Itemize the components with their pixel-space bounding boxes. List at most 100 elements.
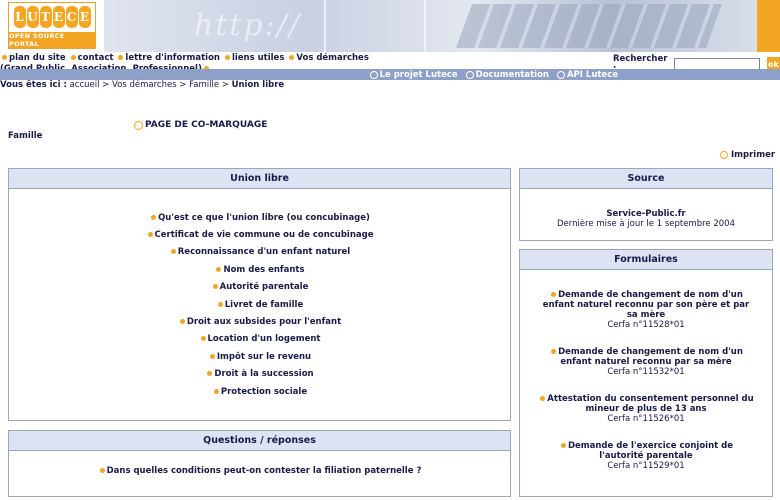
nav-label: liens utiles [231,53,285,63]
nav-item-plan[interactable]: plan du site [0,53,66,63]
list-item[interactable]: Droit aux subsides pour l'enfant [9,313,510,330]
category-label: Famille [8,131,43,141]
lutece-logo[interactable]: L U T E C E OPEN SOURCE PORTAL [8,2,96,49]
logo-letter: C [65,6,78,28]
logo-subtitle: OPEN SOURCE PORTAL [9,32,95,48]
form-title[interactable]: Demande de l'exercice conjoint de l'auto… [568,441,733,461]
form-item[interactable]: Demande de changement de nom d'un enfant… [520,290,772,330]
link-label: Documentation [475,69,549,80]
question-list: Dans quelles conditions peut-on conteste… [9,451,510,476]
form-cerfa: Cerfa n°11529*01 [607,461,685,471]
bullet-icon [151,214,157,220]
topic-link[interactable]: Qu'est ce que l'union libre (ou concubin… [158,213,370,223]
nav-label: contact [77,53,114,63]
bullet-icon [209,353,215,359]
form-title[interactable]: Demande de changement de nom d'un enfant… [543,290,749,320]
logo-word: L U T E C E [9,6,95,32]
form-title[interactable]: Demande de changement de nom d'un enfant… [558,347,743,367]
external-link-icon [369,70,378,79]
project-links-bar: Le projet Lutece Documentation API Lutec… [0,69,780,80]
print-link[interactable]: Imprimer [720,150,775,160]
list-item[interactable]: Reconnaissance d'un enfant naturel [9,244,510,261]
list-item[interactable]: Droit à la succession [9,366,510,383]
page-title: PAGE DE CO-MARQUAGE [134,120,267,130]
topic-link[interactable]: Impôt sur le revenu [217,352,311,362]
form-item[interactable]: Demande de changement de nom d'un enfant… [520,347,772,377]
bullet-icon [207,371,213,377]
nav-label: lettre d'information [125,53,220,63]
list-item[interactable]: Nom des enfants [9,261,510,278]
nav-label: plan du site [9,53,66,63]
source-name[interactable]: Service-Public.fr [520,209,772,219]
union-libre-panel: Union libre Qu'est ce que l'union libre … [8,168,511,421]
topic-link[interactable]: Reconnaissance d'un enfant naturel [178,247,350,257]
link-label: Le projet Lutece [379,69,458,80]
bullet-icon [2,54,7,60]
form-title[interactable]: Attestation du consentement personnel du… [547,394,753,414]
list-item[interactable]: Livret de famille [9,296,510,313]
nav-item-newsletter[interactable]: lettre d'information [116,53,220,63]
form-cerfa: Cerfa n°11532*01 [607,367,685,377]
form-item[interactable]: Demande de l'exercice conjoint de l'auto… [520,441,772,471]
topic-link[interactable]: Droit aux subsides pour l'enfant [187,317,341,327]
banner-keyboard-decor [455,4,723,48]
external-link-icon [465,70,474,79]
topic-link[interactable]: Autorité parentale [220,282,309,292]
source-panel: Source Service-Public.fr Dernière mise à… [519,168,773,241]
logo-letter: E [78,6,91,28]
link-documentation[interactable]: Documentation [465,69,549,80]
topic-link[interactable]: Droit à la succession [214,369,313,379]
panel-title: Questions / réponses [9,431,510,451]
external-link-icon [556,70,565,79]
bullet-icon [213,388,219,394]
bullet-icon [170,249,176,255]
logo-letter: U [26,6,39,28]
topic-link[interactable]: Nom des enfants [223,265,304,275]
list-item[interactable]: Certificat de vie commune ou de concubin… [9,226,510,243]
topic-link[interactable]: Livret de famille [225,300,303,310]
source-body: Service-Public.fr Dernière mise à jour l… [520,189,772,229]
list-item[interactable]: Qu'est ce que l'union libre (ou concubin… [9,209,510,226]
list-item[interactable]: Impôt sur le revenu [9,348,510,365]
bullet-icon [540,395,546,401]
list-item[interactable]: Location d'un logement [9,331,510,348]
external-link-icon [134,120,143,130]
bullet-icon [217,301,223,307]
bullet-icon [224,54,230,60]
breadcrumb-current: Union libre [231,80,285,90]
bullet-icon [289,54,295,60]
link-label: API Lutece [566,69,618,80]
banner-image: http:// [104,0,780,52]
panel-title: Source [520,169,772,189]
list-item[interactable]: Protection sociale [9,383,510,400]
panel-title: Formulaires [520,250,772,270]
banner-accent [757,0,780,52]
list-item[interactable]: Dans quelles conditions peut-on conteste… [9,466,510,476]
form-item[interactable]: Attestation du consentement personnel du… [520,394,772,424]
bullet-icon [99,468,105,473]
topic-link[interactable]: Location d'un logement [208,334,321,344]
panel-title: Union libre [9,169,510,189]
print-label: Imprimer [731,150,776,160]
link-api-lutece[interactable]: API Lutece [556,69,618,80]
bullet-icon [551,348,557,354]
form-cerfa: Cerfa n°11528*01 [607,320,685,330]
topic-link[interactable]: Certificat de vie commune ou de concubin… [155,230,374,240]
link-projet-lutece[interactable]: Le projet Lutece [369,69,458,80]
banner-stripe [424,0,426,52]
bullet-icon [70,54,76,60]
bullet-icon [118,54,124,60]
bullet-icon [216,266,222,272]
breadcrumb-prefix: Vous êtes ici : [0,80,67,90]
topic-link[interactable]: Protection sociale [221,387,307,397]
nav-item-links[interactable]: liens utiles [223,53,284,63]
question-link[interactable]: Dans quelles conditions peut-on conteste… [107,466,422,476]
bullet-icon [551,291,557,297]
logo-letter: E [52,6,65,28]
nav-item-contact[interactable]: contact [69,53,114,63]
bullet-icon [560,442,566,448]
breadcrumb-path[interactable]: accueil > Vos démarches > Famille > [70,80,229,90]
list-item[interactable]: Autorité parentale [9,279,510,296]
bullet-icon [179,319,185,325]
logo-letter: T [39,6,52,28]
